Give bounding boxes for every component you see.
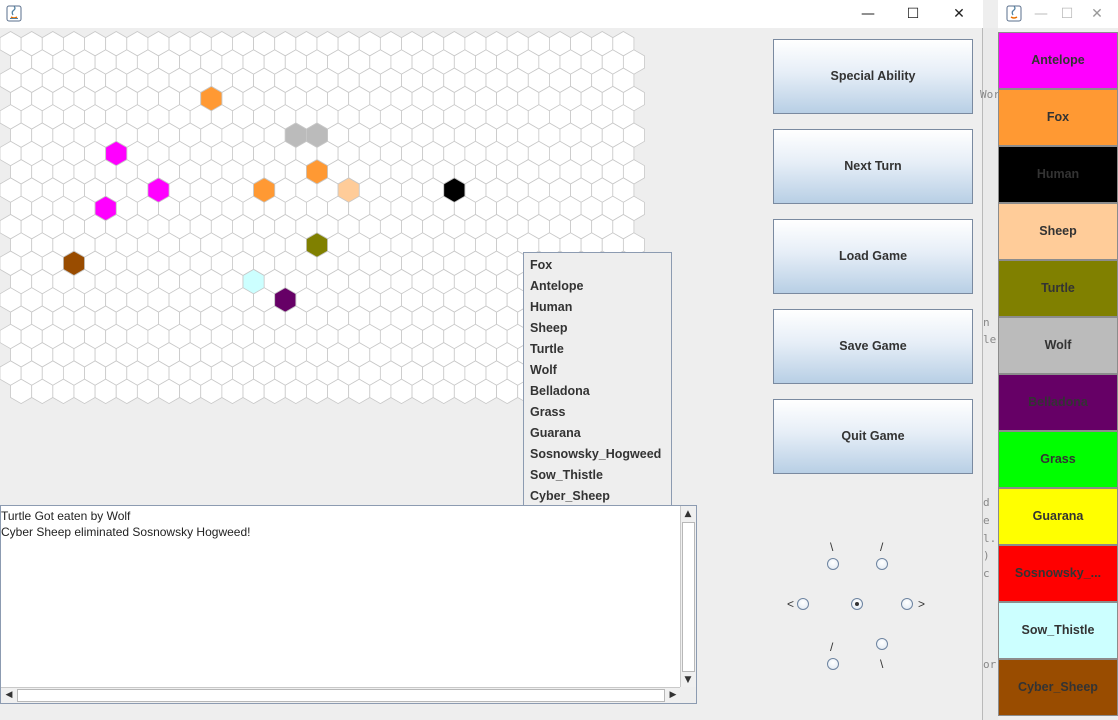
java-icon — [1006, 5, 1022, 22]
legend-human: Human — [998, 146, 1118, 203]
main-titlebar: — ☐ ✕ — [0, 0, 983, 28]
minimize-button[interactable]: — — [845, 0, 891, 28]
vertical-scrollbar[interactable]: ▲ ▼ — [680, 506, 696, 688]
background-text: n — [983, 316, 990, 329]
log-line: Cyber Sheep eliminated Sosnowsky Hogweed… — [1, 525, 251, 539]
popup-item-antelope[interactable]: Antelope — [524, 276, 671, 297]
background-text: c — [983, 567, 990, 580]
horizontal-scrollbar[interactable]: ◀ ▶ — [1, 687, 681, 703]
direction-up-right-radio[interactable] — [876, 558, 888, 570]
horizontal-scroll-thumb[interactable] — [17, 689, 665, 702]
log-line: Turtle Got eaten by Wolf — [1, 509, 131, 523]
legend-maximize-button[interactable]: ☐ — [1052, 0, 1082, 28]
background-text: l. — [983, 532, 997, 545]
special-ability-button[interactable]: Special Ability — [773, 39, 973, 114]
legend-wolf: Wolf — [998, 317, 1118, 374]
up-right-label: / — [880, 540, 884, 554]
popup-item-sheep[interactable]: Sheep — [524, 318, 671, 339]
legend-sow-thistle: Sow_Thistle — [998, 602, 1118, 659]
legend-turtle: Turtle — [998, 260, 1118, 317]
scroll-up-arrow-icon[interactable]: ▲ — [681, 507, 695, 521]
popup-item-fox[interactable]: Fox — [524, 255, 671, 276]
add-organism-popup[interactable]: Fox Antelope Human Sheep Turtle Wolf Bel… — [523, 252, 672, 507]
legend-close-button[interactable]: ✕ — [1082, 0, 1112, 28]
quit-game-button[interactable]: Quit Game — [773, 399, 973, 474]
scroll-right-arrow-icon[interactable]: ▶ — [666, 688, 680, 702]
popup-item-turtle[interactable]: Turtle — [524, 339, 671, 360]
background-text: e — [983, 514, 990, 527]
popup-item-sow-thistle[interactable]: Sow_Thistle — [524, 465, 671, 486]
vertical-scroll-thumb[interactable] — [682, 522, 695, 672]
legend-window: Wor n le d e l. ) c or — ☐ ✕ Antelope Fox… — [980, 0, 1118, 720]
popup-item-human[interactable]: Human — [524, 297, 671, 318]
popup-item-belladona[interactable]: Belladona — [524, 381, 671, 402]
direction-down-right-radio[interactable] — [876, 638, 888, 650]
background-window-strip: Wor n le d e l. ) c or — [980, 28, 1000, 720]
left-label: < — [787, 597, 795, 611]
log-text[interactable]: Turtle Got eaten by Wolf Cyber Sheep eli… — [1, 506, 681, 688]
down-right-label: \ — [880, 657, 884, 671]
legend-sheep: Sheep — [998, 203, 1118, 260]
direction-left-radio[interactable] — [797, 598, 809, 610]
next-turn-button[interactable]: Next Turn — [773, 129, 973, 204]
legend-guarana: Guarana — [998, 488, 1118, 545]
scroll-down-arrow-icon[interactable]: ▼ — [681, 673, 695, 687]
direction-right-radio[interactable] — [901, 598, 913, 610]
legend-antelope: Antelope — [998, 32, 1118, 89]
popup-item-grass[interactable]: Grass — [524, 402, 671, 423]
legend-sosnowsky: Sosnowsky_... — [998, 545, 1118, 602]
right-label: > — [918, 597, 926, 611]
background-text: Wor — [980, 88, 1000, 101]
java-icon — [6, 5, 22, 22]
popup-item-sosnowsky-hogweed[interactable]: Sosnowsky_Hogweed — [524, 444, 671, 465]
popup-item-cyber-sheep[interactable]: Cyber_Sheep — [524, 486, 671, 507]
direction-down-left-radio[interactable] — [827, 658, 839, 670]
down-left-label: / — [830, 640, 834, 654]
background-text: ) — [983, 549, 990, 562]
popup-item-guarana[interactable]: Guarana — [524, 423, 671, 444]
legend-fox: Fox — [998, 89, 1118, 146]
maximize-button[interactable]: ☐ — [890, 0, 936, 28]
legend-grass: Grass — [998, 431, 1118, 488]
background-text: d — [983, 496, 990, 509]
close-button[interactable]: ✕ — [936, 0, 982, 28]
background-text: or — [983, 658, 997, 671]
scroll-corner — [680, 687, 696, 703]
direction-up-left-radio[interactable] — [827, 558, 839, 570]
scroll-left-arrow-icon[interactable]: ◀ — [2, 688, 16, 702]
background-text: le — [983, 333, 997, 346]
legend-cyber-sheep: Cyber_Sheep — [998, 659, 1118, 716]
popup-item-wolf[interactable]: Wolf — [524, 360, 671, 381]
legend-belladona: Belladona — [998, 374, 1118, 431]
legend-titlebar: — ☐ ✕ — [998, 0, 1118, 28]
direction-center-radio[interactable] — [851, 598, 863, 610]
up-left-label: \ — [830, 540, 834, 554]
save-game-button[interactable]: Save Game — [773, 309, 973, 384]
event-log[interactable]: Turtle Got eaten by Wolf Cyber Sheep eli… — [0, 505, 697, 704]
load-game-button[interactable]: Load Game — [773, 219, 973, 294]
main-window: — ☐ ✕ Fox Antelope Human Sheep Turtle Wo… — [0, 0, 983, 720]
